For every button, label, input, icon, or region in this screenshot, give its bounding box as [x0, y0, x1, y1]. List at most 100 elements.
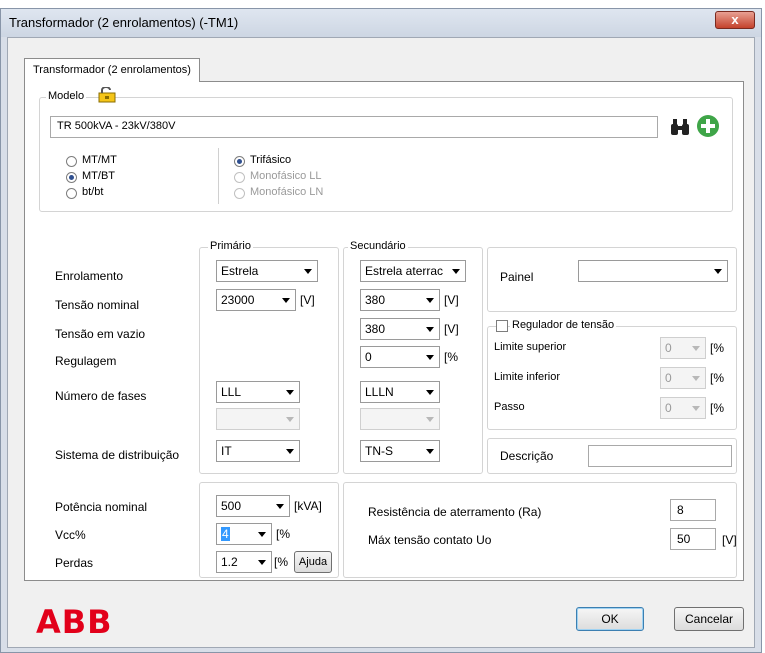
chevron-down-icon [692, 406, 700, 411]
limite-superior-label: Limite superior [494, 341, 567, 353]
title-bar: Transformador (2 enrolamentos) (-TM1) x [1, 9, 761, 37]
uo-field[interactable]: 50 [670, 528, 716, 550]
secundario-extra-select[interactable] [360, 408, 440, 430]
limite-inferior-value: 0 [665, 371, 672, 385]
perdas-value: 1.2 [221, 555, 238, 569]
type-bt-bt-radio[interactable] [66, 188, 77, 199]
passo-unit: [% [710, 401, 725, 415]
phase-trifasico-radio[interactable] [234, 156, 245, 167]
primario-tensao-unit: [V] [300, 293, 315, 307]
perdas-unit: [% [274, 555, 289, 569]
secundario-tensao-unit: [V] [444, 293, 459, 307]
limite-inferior-unit: [% [710, 371, 725, 385]
grounding-group: Resistência de aterramento (Ra) 8 Máx te… [343, 482, 737, 578]
secundario-regulagem-select[interactable]: 0 [360, 346, 440, 368]
close-button[interactable]: x [715, 11, 755, 29]
primario-enrolamento-select[interactable]: Estrela [216, 260, 318, 282]
primario-enrolamento-value: Estrela [221, 264, 259, 278]
primario-tensao-nominal-value: 23000 [221, 293, 255, 307]
chevron-down-icon [286, 417, 294, 422]
limite-superior-select[interactable]: 0 [660, 337, 706, 359]
passo-select[interactable]: 0 [660, 397, 706, 419]
phase-monofasico-ll-radio[interactable] [234, 172, 245, 183]
secundario-tensao-vazio-value: 380 [365, 322, 386, 336]
passo-value: 0 [665, 401, 672, 415]
potencia-unit: [kVA] [294, 499, 322, 513]
type-mt-bt-radio[interactable] [66, 172, 77, 183]
type-mt-mt-label: MT/MT [82, 154, 117, 166]
primario-numero-fases-value: LLL [221, 385, 242, 399]
chevron-down-icon [692, 376, 700, 381]
chevron-down-icon [426, 327, 434, 332]
primario-sistema-value: IT [221, 444, 232, 458]
row-label-regulagem: Regulagem [55, 354, 117, 368]
phase-monofasico-ln-label: Monofásico LN [250, 186, 324, 198]
primario-extra-select[interactable] [216, 408, 300, 430]
ra-field[interactable]: 8 [670, 499, 716, 521]
painel-select[interactable] [578, 260, 728, 282]
secundario-tensao-nominal-select[interactable]: 380 [360, 289, 440, 311]
primario-sistema-select[interactable]: IT [216, 440, 300, 462]
secundario-tensao-vazio-unit: [V] [444, 322, 459, 336]
regulador-label: Regulador de tensão [510, 319, 617, 331]
model-field[interactable]: TR 500kVA - 23kV/380V [50, 116, 658, 138]
add-icon[interactable] [696, 114, 720, 141]
secundario-tensao-vazio-select[interactable]: 380 [360, 318, 440, 340]
ok-button[interactable]: OK [576, 607, 644, 631]
perdas-select[interactable]: 1.2 [216, 551, 272, 573]
row-label-sistema-distribuicao: Sistema de distribuição [55, 448, 180, 462]
secundario-regulagem-unit: [% [444, 350, 459, 364]
limite-inferior-select[interactable]: 0 [660, 367, 706, 389]
limite-superior-unit: [% [710, 341, 725, 355]
ajuda-button[interactable]: Ajuda [294, 551, 332, 573]
descricao-group: Descrição [487, 438, 737, 474]
row-label-enrolamento: Enrolamento [55, 269, 124, 283]
descricao-label: Descrição [500, 449, 554, 463]
model-group: Modelo TR 500kVA - 23kV/380V MT/MT MT/BT… [39, 86, 733, 212]
type-bt-bt-label: bt/bt [82, 186, 104, 198]
lock-icon[interactable] [98, 86, 116, 106]
secundario-enrolamento-value: Estrela aterrac [365, 264, 444, 278]
secundario-group: Secundário Estrela aterrac 380 [V] 380 [… [343, 240, 483, 474]
chevron-down-icon [258, 532, 266, 537]
chevron-down-icon [282, 298, 290, 303]
tab-panel: Modelo TR 500kVA - 23kV/380V MT/MT MT/BT… [24, 81, 744, 581]
vcc-value: 4 [221, 527, 230, 541]
chevron-down-icon [714, 269, 722, 274]
chevron-down-icon [426, 417, 434, 422]
passo-label: Passo [494, 401, 525, 413]
painel-label: Painel [500, 270, 534, 284]
phase-monofasico-ll-label: Monofásico LL [250, 170, 322, 182]
secundario-numero-fases-select[interactable]: LLLN [360, 381, 440, 403]
chevron-down-icon [452, 269, 460, 274]
power-group: 500 [kVA] 4 [% 1.2 [% Ajuda [199, 482, 339, 578]
regulador-checkbox[interactable] [496, 320, 508, 332]
tab-transformador[interactable]: Transformador (2 enrolamentos) [24, 58, 200, 82]
phase-monofasico-ln-radio[interactable] [234, 188, 245, 199]
row-label-tensao-nominal: Tensão nominal [55, 298, 140, 312]
row-label-numero-fases: Número de fases [55, 389, 147, 403]
primario-tensao-nominal-select[interactable]: 23000 [216, 289, 296, 311]
cancel-button[interactable]: Cancelar [674, 607, 744, 631]
secundario-sistema-select[interactable]: TN-S [360, 440, 440, 462]
binoculars-icon[interactable] [670, 118, 690, 139]
descricao-field[interactable] [588, 445, 732, 467]
dialog-window: Transformador (2 enrolamentos) (-TM1) x … [0, 8, 762, 653]
vcc-unit: [% [276, 527, 291, 541]
secundario-regulagem-value: 0 [365, 350, 372, 364]
primario-label: Primário [208, 240, 253, 252]
primario-numero-fases-select[interactable]: LLL [216, 381, 300, 403]
secundario-label: Secundário [348, 240, 408, 252]
type-mt-mt-radio[interactable] [66, 156, 77, 167]
primario-group: Primário Estrela 23000 [V] LLL IT [199, 240, 339, 474]
window-title: Transformador (2 enrolamentos) (-TM1) [9, 15, 239, 30]
model-separator [218, 148, 219, 204]
secundario-enrolamento-select[interactable]: Estrela aterrac [360, 260, 466, 282]
phase-trifasico-label: Trifásico [250, 154, 292, 166]
secundario-numero-fases-value: LLLN [365, 385, 394, 399]
type-mt-bt-label: MT/BT [82, 170, 115, 182]
uo-unit: [V] [722, 533, 737, 547]
potencia-select[interactable]: 500 [216, 495, 290, 517]
perdas-label: Perdas [55, 556, 94, 570]
vcc-select[interactable]: 4 [216, 523, 272, 545]
